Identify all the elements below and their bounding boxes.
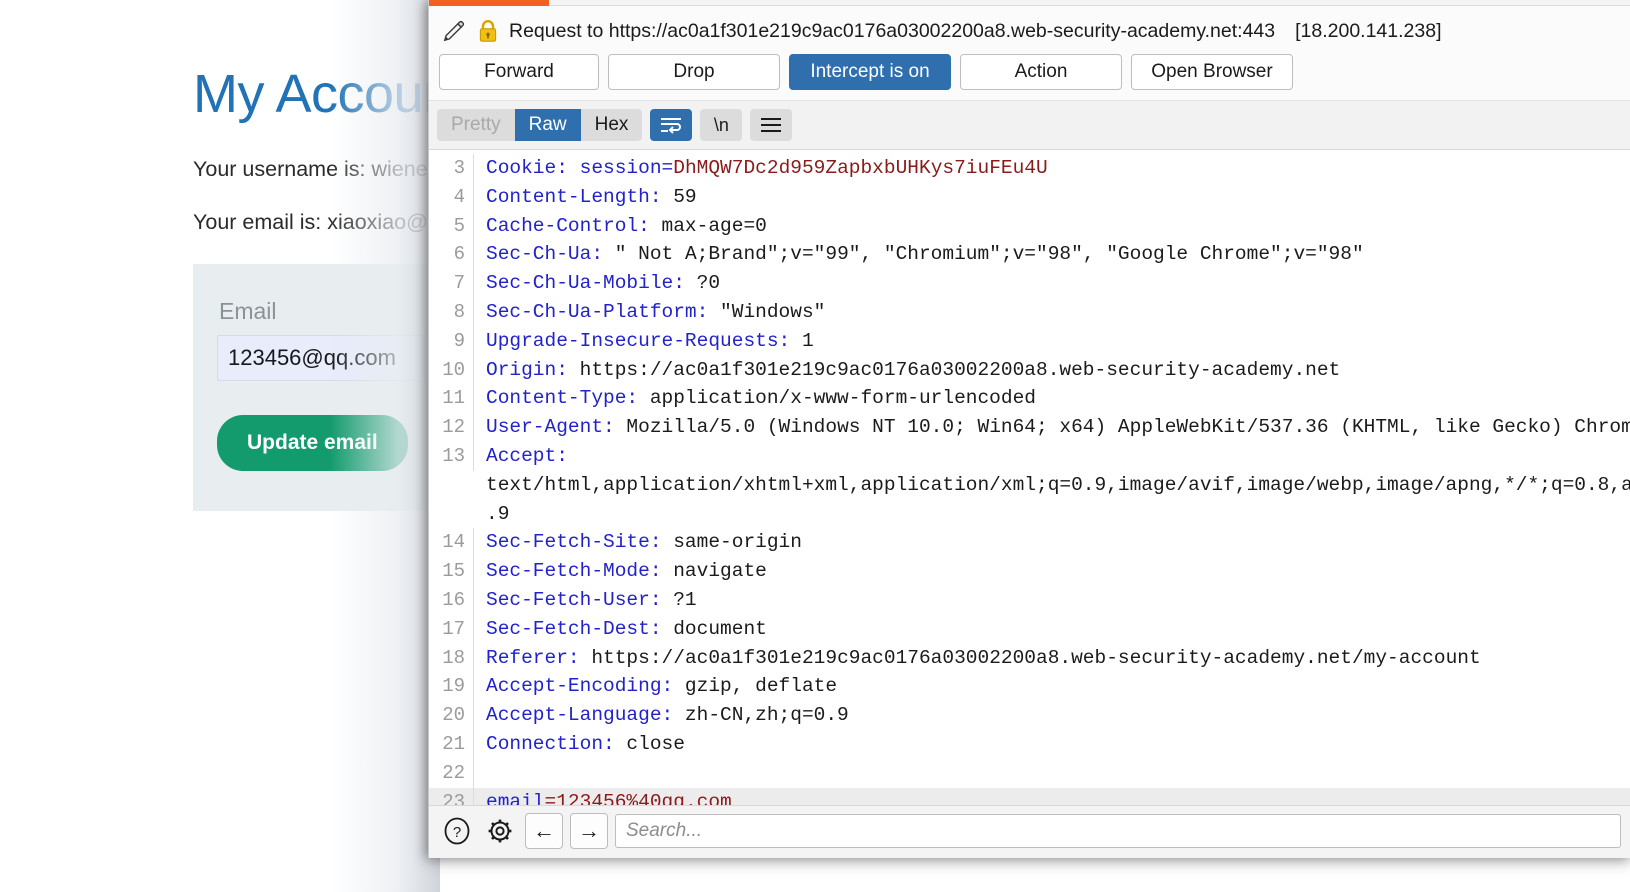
line-number: 20 [429,701,474,730]
request-line[interactable]: 18 Referer: https://ac0a1f301e219c9ac0176… [429,643,1630,673]
request-line[interactable]: 17 Sec-Fetch-Dest: document [429,614,1630,644]
request-target-url: Request to https://ac0a1f301e219c9ac0176… [509,19,1276,42]
request-line[interactable]: 22 [429,758,1630,788]
request-line-text: Sec-Ch-Ua-Mobile: ?0 [486,272,721,295]
request-line[interactable]: 9 Upgrade-Insecure-Requests: 1 [429,326,1630,356]
forward-button[interactable]: Forward [439,54,599,90]
line-number: 14 [429,528,474,558]
line-number: 8 [429,297,474,327]
intercept-action-buttons: Forward Drop Intercept is on Action Open… [429,54,1630,100]
line-number: 15 [429,557,474,586]
request-line-text: text/html,application/xhtml+xml,applicat… [486,473,1630,496]
request-line[interactable]: 7 Sec-Ch-Ua-Mobile: ?0 [429,269,1630,298]
request-line[interactable]: 8 Sec-Ch-Ua-Platform: "Windows" [429,297,1630,327]
request-line[interactable]: 13 Accept: [429,441,1630,471]
request-line-text: Sec-Fetch-Dest: document [486,617,767,640]
update-email-button[interactable]: Update email [217,415,408,472]
search-prev-icon[interactable]: ← [525,813,563,849]
request-target-ip: [18.200.141.238] [1295,19,1442,42]
line-number: 6 [429,240,474,270]
line-number: 10 [429,355,474,385]
line-number: 17 [429,614,474,644]
line-number: 23 [429,787,474,805]
request-line[interactable]: 12 User-Agent: Mozilla/5.0 (Windows NT 10… [429,413,1630,442]
lock-icon [477,19,499,43]
open-browser-button[interactable]: Open Browser [1131,54,1293,90]
gear-icon[interactable] [482,814,518,848]
request-line-text: .9 [486,502,510,525]
line-number: 21 [429,729,474,759]
request-line-text: Accept-Encoding: gzip, deflate [486,675,838,698]
request-line[interactable]: 14 Sec-Fetch-Site: same-origin [429,528,1630,558]
request-line[interactable]: 16 Sec-Fetch-User: ?1 [429,585,1630,615]
burp-intercept-window: Request to https://ac0a1f301e219c9ac0176… [428,0,1630,858]
search-input[interactable] [615,814,1621,848]
request-line-text: Content-Type: application/x-www-form-url… [486,387,1036,410]
line-number: 19 [429,672,474,702]
request-line[interactable]: 23 email=123456%40qq.com [429,787,1630,805]
request-line-text: Sec-Fetch-Site: same-origin [486,531,802,554]
view-mode-raw[interactable]: Raw [514,109,581,141]
request-line[interactable]: 10 Origin: https://ac0a1f301e219c9ac0176a… [429,355,1630,385]
request-line[interactable]: text/html,application/xhtml+xml,applicat… [429,471,1630,500]
line-number: 22 [429,758,474,788]
request-line[interactable]: 3 Cookie: session=DhMQW7Dc2d959ZapbxbUHKy… [429,154,1630,183]
request-line-text: Referer: https://ac0a1f301e219c9ac0176a0… [486,646,1481,669]
editor-view-toolbar: Pretty Raw Hex \n [429,100,1630,150]
help-icon[interactable]: ? [439,814,475,848]
action-button[interactable]: Action [960,54,1122,90]
line-number: 12 [429,413,474,442]
request-line[interactable]: 6 Sec-Ch-Ua: " Not A;Brand";v="99", "Chro… [429,240,1630,270]
request-line[interactable]: 5 Cache-Control: max-age=0 [429,211,1630,241]
view-mode-hex[interactable]: Hex [581,109,643,141]
request-line[interactable]: 4 Content-Length: 59 [429,182,1630,212]
line-number: 3 [429,154,474,183]
request-line-text: Accept-Language: zh-CN,zh;q=0.9 [486,704,849,727]
request-line[interactable]: 21 Connection: close [429,729,1630,759]
request-line-text: email=123456%40qq.com [486,790,732,805]
hamburger-menu-icon[interactable] [750,109,793,141]
request-line[interactable]: .9 [429,500,1630,529]
request-title-bar: Request to https://ac0a1f301e219c9ac0176… [429,6,1630,54]
request-line-text: Cookie: session=DhMQW7Dc2d959ZapbxbUHKys… [486,157,1048,179]
line-number: 18 [429,643,474,673]
drop-button[interactable]: Drop [608,54,780,90]
request-line-text: Upgrade-Insecure-Requests: 1 [486,329,814,352]
request-line-text: Accept: [486,444,568,467]
request-line-text: Content-Length: 59 [486,185,697,208]
line-number: 11 [429,384,474,414]
intercept-toggle-button[interactable]: Intercept is on [789,54,951,90]
show-newlines-icon[interactable]: \n [700,109,743,141]
request-editor[interactable]: 3 Cookie: session=DhMQW7Dc2d959ZapbxbUHKy… [429,150,1630,805]
line-number: 13 [429,441,474,471]
line-number: 9 [429,326,474,356]
line-number: 7 [429,269,474,298]
editor-bottom-bar: ? ← → [429,805,1630,858]
view-mode-segmented-control: Pretty Raw Hex [437,109,643,141]
request-line-text: Sec-Ch-Ua-Platform: "Windows" [486,300,826,323]
request-line-text: Cache-Control: max-age=0 [486,214,767,237]
request-line-text: Sec-Fetch-User: ?1 [486,588,697,611]
request-line[interactable]: 20 Accept-Language: zh-CN,zh;q=0.9 [429,701,1630,730]
request-line[interactable]: 15 Sec-Fetch-Mode: navigate [429,557,1630,586]
request-line[interactable]: 19 Accept-Encoding: gzip, deflate [429,672,1630,702]
request-line-text: Sec-Ch-Ua: " Not A;Brand";v="99", "Chrom… [486,243,1364,266]
request-line-text: Sec-Fetch-Mode: navigate [486,560,767,583]
view-mode-pretty[interactable]: Pretty [437,109,515,141]
search-next-icon[interactable]: → [570,813,608,849]
pencil-icon[interactable] [441,18,467,44]
request-line-text: Origin: https://ac0a1f301e219c9ac0176a03… [486,358,1341,381]
word-wrap-icon[interactable] [650,109,693,141]
request-line-text: User-Agent: Mozilla/5.0 (Windows NT 10.0… [486,416,1630,439]
request-line[interactable]: 11 Content-Type: application/x-www-form-u… [429,384,1630,414]
svg-text:?: ? [453,824,461,841]
line-number: 16 [429,585,474,615]
request-line-text: Connection: close [486,732,685,755]
line-number: 4 [429,182,474,212]
line-number: 5 [429,211,474,241]
